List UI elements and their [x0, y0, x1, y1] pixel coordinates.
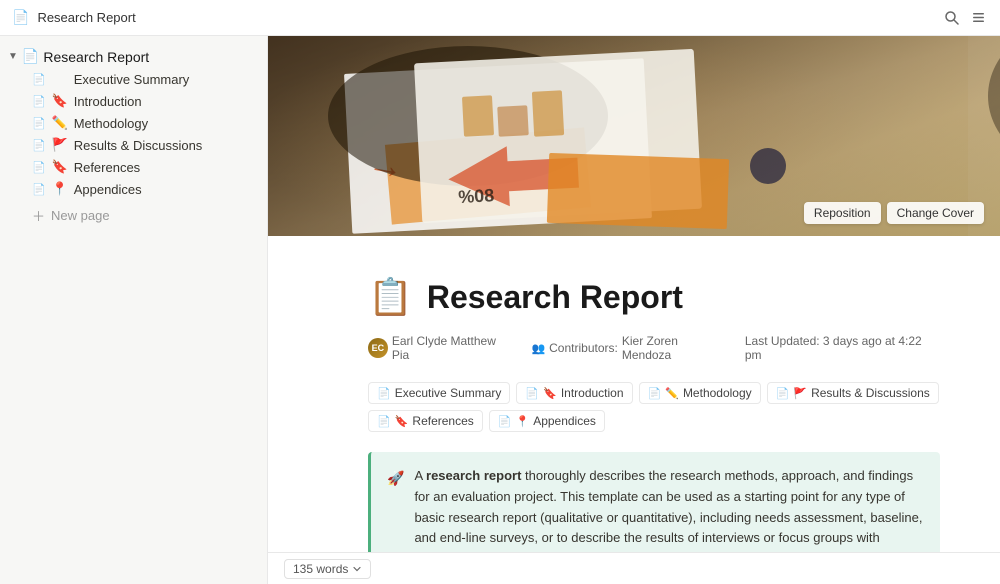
more-icon — [971, 10, 986, 25]
change-cover-button[interactable]: Change Cover — [887, 202, 984, 224]
cover-action-buttons: Reposition Change Cover — [804, 202, 984, 224]
sidebar-item-appendices[interactable]: 📄 📍 Appendices — [4, 178, 263, 200]
doc-icon: 📄 — [498, 415, 512, 428]
content-area: → — [268, 36, 1000, 584]
doc-icon: 📄 — [32, 95, 46, 108]
plus-icon: ＋ — [32, 206, 45, 225]
page-icon: ✏️ — [52, 115, 68, 131]
subpage-label: Appendices — [533, 414, 596, 428]
sidebar-item-label: Executive Summary — [74, 72, 190, 87]
more-options-button[interactable] — [969, 8, 988, 27]
page-icon-small: 📄 — [12, 9, 29, 26]
page-icon: 🚩 — [793, 387, 807, 400]
doc-icon: 📄 — [32, 183, 46, 196]
contributors-meta: 👥 Contributors: Kier Zoren Mendoza — [531, 334, 728, 362]
page-icon: 🔖 — [52, 93, 68, 109]
top-bar-title: Research Report — [37, 10, 135, 25]
word-count-text: 135 words — [293, 562, 348, 576]
subpage-label: References — [412, 414, 473, 428]
last-updated-text: Last Updated: 3 days ago at 4:22 pm — [745, 334, 940, 362]
sidebar-item-label: Introduction — [74, 94, 142, 109]
sidebar-item-label: References — [74, 160, 140, 175]
page-icon: ✏️ — [665, 387, 679, 400]
subpage-chip-executive-summary[interactable]: 📄 Executive Summary — [368, 382, 510, 404]
page-title-row: 📋 Research Report — [368, 276, 940, 318]
author-avatar: EC — [368, 338, 388, 358]
subpage-chip-methodology[interactable]: 📄 ✏️ Methodology — [639, 382, 761, 404]
word-count-button[interactable]: 135 words — [284, 559, 371, 579]
subpage-chip-appendices[interactable]: 📄 📍 Appendices — [489, 410, 605, 432]
sidebar-item-references[interactable]: 📄 🔖 References — [4, 156, 263, 178]
sidebar-root-doc-icon: 📄 — [22, 48, 39, 65]
new-page-label: New page — [51, 208, 110, 223]
page-title: Research Report — [427, 279, 683, 316]
doc-icon: 📄 — [648, 387, 662, 400]
contributors-icon: 👥 — [531, 342, 545, 355]
page-icon: 🔖 — [52, 159, 68, 175]
doc-icon: 📄 — [32, 139, 46, 152]
doc-icon: 📄 — [32, 161, 46, 174]
doc-icon: 📄 — [776, 387, 790, 400]
last-updated-meta: Last Updated: 3 days ago at 4:22 pm — [745, 334, 940, 362]
subpage-chip-results[interactable]: 📄 🚩 Results & Discussions — [767, 382, 939, 404]
author-name: Earl Clyde Matthew Pia — [392, 334, 516, 362]
author-meta: EC Earl Clyde Matthew Pia — [368, 334, 515, 362]
page-icon: 🔖 — [543, 387, 557, 400]
sidebar: ▼ 📄 Research Report 📄 Executive Summary … — [0, 36, 268, 584]
subpages-row: 📄 Executive Summary 📄 🔖 Introduction 📄 ✏… — [368, 382, 940, 432]
meta-row: EC Earl Clyde Matthew Pia 👥 Contributors… — [368, 334, 940, 362]
page-icon: 📍 — [52, 181, 68, 197]
search-icon — [944, 10, 959, 25]
top-bar: 📄 Research Report — [0, 0, 1000, 36]
new-page-button[interactable]: ＋ New page — [4, 202, 263, 229]
subpage-chip-references[interactable]: 📄 🔖 References — [368, 410, 483, 432]
bottom-bar: 135 words — [268, 552, 1000, 584]
subpage-label: Methodology — [683, 386, 752, 400]
contributors-label: Contributors: — [549, 341, 618, 355]
chevron-down-icon: ▼ — [8, 51, 18, 62]
sidebar-item-results[interactable]: 📄 🚩 Results & Discussions — [4, 134, 263, 156]
subpage-label: Executive Summary — [395, 386, 502, 400]
page-icon: 🚩 — [52, 137, 68, 153]
sidebar-item-methodology[interactable]: 📄 ✏️ Methodology — [4, 112, 263, 134]
main-layout: ▼ 📄 Research Report 📄 Executive Summary … — [0, 36, 1000, 584]
sidebar-root-label: Research Report — [43, 49, 149, 65]
sidebar-item-label: Appendices — [74, 182, 142, 197]
cover-image: → — [268, 36, 1000, 236]
chevron-down-icon — [352, 564, 362, 574]
subpage-label: Results & Discussions — [811, 386, 930, 400]
page-icon: 🔖 — [395, 415, 409, 428]
subpage-label: Introduction — [561, 386, 624, 400]
doc-icon: 📄 — [525, 387, 539, 400]
doc-icon: 📄 — [377, 387, 391, 400]
search-button[interactable] — [942, 8, 961, 27]
top-bar-actions — [942, 8, 988, 27]
sidebar-root-item[interactable]: ▼ 📄 Research Report — [0, 44, 267, 69]
doc-icon: 📄 — [32, 73, 46, 86]
sidebar-item-label: Results & Discussions — [74, 138, 203, 153]
reposition-button[interactable]: Reposition — [804, 202, 881, 224]
sidebar-item-label: Methodology — [74, 116, 148, 131]
sidebar-item-introduction[interactable]: 📄 🔖 Introduction — [4, 90, 263, 112]
contributors-name: Kier Zoren Mendoza — [622, 334, 729, 362]
doc-icon: 📄 — [32, 117, 46, 130]
page-emoji-icon: 📋 — [368, 276, 413, 318]
doc-icon: 📄 — [377, 415, 391, 428]
author-initials: EC — [372, 343, 385, 353]
subpage-chip-introduction[interactable]: 📄 🔖 Introduction — [516, 382, 632, 404]
page-body: 📋 Research Report EC Earl Clyde Matthew … — [268, 236, 1000, 584]
sidebar-item-executive-summary[interactable]: 📄 Executive Summary — [4, 69, 263, 90]
page-icon: 📍 — [515, 415, 529, 428]
banner-bold-text: research report — [426, 468, 521, 483]
